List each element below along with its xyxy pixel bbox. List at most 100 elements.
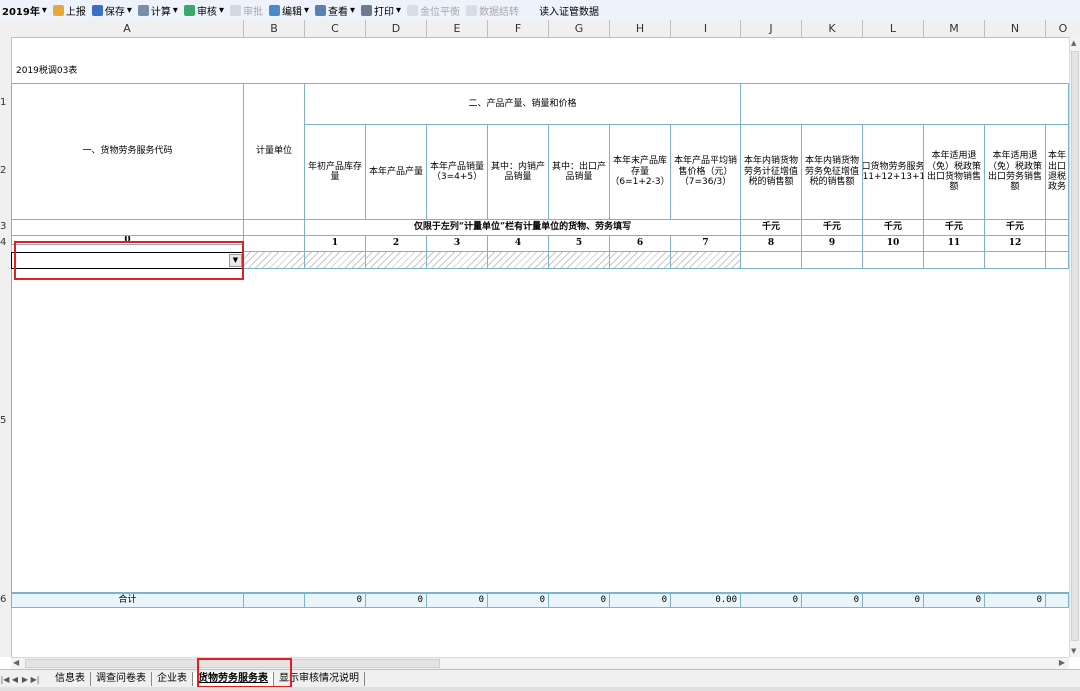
unit-o[interactable]	[1046, 220, 1069, 236]
colnum-l[interactable]: 10	[863, 236, 924, 252]
column-header-b[interactable]: B	[244, 20, 305, 37]
data-cell-m[interactable]	[924, 252, 985, 269]
header-unit[interactable]: 计量单位	[244, 83, 305, 220]
header-col-k[interactable]: 本年内销货物劳务免征增值税的销售额	[802, 125, 863, 220]
approve-button[interactable]: 审批	[229, 3, 263, 18]
horizontal-scrollbar[interactable]: ◀ ▶	[11, 657, 1069, 669]
data-cell-o[interactable]	[1046, 252, 1069, 269]
column-header-k[interactable]: K	[802, 20, 863, 37]
calculate-button[interactable]: 计算 ▾	[137, 3, 178, 18]
colnum-k[interactable]: 9	[802, 236, 863, 252]
view-button[interactable]: 查看 ▾	[315, 3, 355, 18]
save-button[interactable]: 保存 ▾	[91, 3, 132, 18]
data-cell-k[interactable]	[802, 252, 863, 269]
data-cell-l[interactable]	[863, 252, 924, 269]
colnum-h[interactable]: 6	[610, 236, 671, 252]
data-cell-n[interactable]	[985, 252, 1046, 269]
data-cell-c[interactable]	[305, 252, 366, 269]
colnum-f[interactable]: 4	[488, 236, 549, 252]
unit-j[interactable]: 千元	[741, 220, 802, 236]
header-col-f[interactable]: 其中：内销产品销量	[488, 125, 549, 220]
row-header-5[interactable]: 5	[0, 415, 11, 426]
header-group-output-sales[interactable]: 二、产品产量、销量和价格	[305, 83, 741, 125]
balance-button[interactable]: 金位平衡	[407, 3, 460, 18]
column-header-i[interactable]: I	[671, 20, 741, 37]
year-selector[interactable]: 2019年 ▾	[2, 3, 47, 18]
data-transfer-button[interactable]: 数据结转	[466, 3, 519, 18]
scroll-up-icon[interactable]: ▲	[1071, 39, 1076, 47]
row-header-2[interactable]: 2	[0, 165, 11, 176]
data-cell-e[interactable]	[427, 252, 488, 269]
row-header-4[interactable]: 4	[0, 237, 11, 248]
colnum-o[interactable]	[1046, 236, 1069, 252]
colnum-c[interactable]: 1	[305, 236, 366, 252]
print-button[interactable]: 打印 ▾	[361, 3, 401, 18]
tab-enterprise[interactable]: 企业表	[152, 672, 193, 686]
colnum-d[interactable]: 2	[366, 236, 427, 252]
unit-l[interactable]: 千元	[863, 220, 924, 236]
column-header-f[interactable]: F	[488, 20, 549, 37]
empty-region[interactable]	[11, 269, 1069, 593]
colnum-m[interactable]: 11	[924, 236, 985, 252]
edit-button[interactable]: 编辑 ▾	[268, 3, 309, 18]
row-header-3[interactable]: 3	[0, 221, 11, 232]
unit-n[interactable]: 千元	[985, 220, 1046, 236]
header-col-g[interactable]: 其中：出口产品销量	[549, 125, 610, 220]
column-header-m[interactable]: M	[924, 20, 985, 37]
scroll-down-icon[interactable]: ▼	[1071, 647, 1076, 655]
header-goods-code[interactable]: 一、货物劳务服务代码	[11, 83, 244, 220]
colnum-g[interactable]: 5	[549, 236, 610, 252]
header-col-d[interactable]: 本年产品产量	[366, 125, 427, 220]
row-header-1[interactable]: 1	[0, 97, 11, 108]
colnum-n[interactable]: 12	[985, 236, 1046, 252]
column-header-o[interactable]: O	[1046, 20, 1080, 37]
colnum-e[interactable]: 3	[427, 236, 488, 252]
first-sheet-icon[interactable]: |◀	[0, 675, 10, 684]
column-header-e[interactable]: E	[427, 20, 488, 37]
last-sheet-icon[interactable]: ▶|	[30, 675, 40, 684]
header-col-o[interactable]: 本年出口退税政务	[1046, 125, 1069, 220]
header-col-h[interactable]: 本年末产品库存量（6=1+2-3）	[610, 125, 671, 220]
scroll-left-icon[interactable]: ◀	[13, 658, 19, 667]
header-group-right[interactable]	[741, 83, 1069, 125]
audit-button[interactable]: 审核 ▾	[183, 3, 224, 18]
next-sheet-icon[interactable]: ▶	[20, 675, 30, 684]
header-col-c[interactable]: 年初产品库存量	[305, 125, 366, 220]
column-header-l[interactable]: L	[863, 20, 924, 37]
column-header-d[interactable]: D	[366, 20, 427, 37]
header-col-j[interactable]: 本年内销货物劳务计征增值税的销售额	[741, 125, 802, 220]
row3-cell-a[interactable]	[11, 220, 244, 236]
colnum-i[interactable]: 7	[671, 236, 741, 252]
data-cell-i[interactable]	[671, 252, 741, 269]
column-header-c[interactable]: C	[305, 20, 366, 37]
column-header-a[interactable]: A	[11, 20, 244, 37]
report-button[interactable]: 上报	[52, 3, 86, 18]
data-cell-g[interactable]	[549, 252, 610, 269]
header-col-m[interactable]: 本年适用退（免）税政策出口货物销售额	[924, 125, 985, 220]
prev-sheet-icon[interactable]: ◀	[10, 675, 20, 684]
colnum-j[interactable]: 8	[741, 236, 802, 252]
header-col-e[interactable]: 本年产品销量（3=4+5）	[427, 125, 488, 220]
data-cell-j[interactable]	[741, 252, 802, 269]
header-col-i[interactable]: 本年产品平均销售价格（元）（7=36/3）	[671, 125, 741, 220]
data-cell-h[interactable]	[610, 252, 671, 269]
import-securities-data-button[interactable]: 读入证管数据	[539, 3, 599, 18]
row3-cell-b[interactable]	[244, 220, 305, 236]
data-cell-d[interactable]	[366, 252, 427, 269]
header-col-l[interactable]: 本年出口货物劳务服务销售额（10>=11+12+13+14+15）	[863, 125, 924, 220]
unit-note[interactable]: 仅限于左列“计量单位”栏有计量单位的货物、劳务填写	[305, 220, 741, 236]
row-header-6[interactable]: 6	[0, 594, 11, 605]
unit-k[interactable]: 千元	[802, 220, 863, 236]
header-col-n[interactable]: 本年适用退（免）税政策出口劳务销售额	[985, 125, 1046, 220]
unit-m[interactable]: 千元	[924, 220, 985, 236]
tab-info[interactable]: 信息表	[50, 672, 91, 686]
data-cell-f[interactable]	[488, 252, 549, 269]
vertical-scrollbar[interactable]: ▲ ▼	[1069, 37, 1080, 657]
colnum-b[interactable]	[244, 236, 305, 252]
scroll-right-icon[interactable]: ▶	[1059, 658, 1065, 667]
tab-survey[interactable]: 调查问卷表	[91, 672, 152, 686]
unit-cell[interactable]	[244, 252, 305, 269]
column-header-n[interactable]: N	[985, 20, 1046, 37]
column-header-h[interactable]: H	[610, 20, 671, 37]
scroll-thumb-vertical[interactable]	[1071, 51, 1079, 641]
